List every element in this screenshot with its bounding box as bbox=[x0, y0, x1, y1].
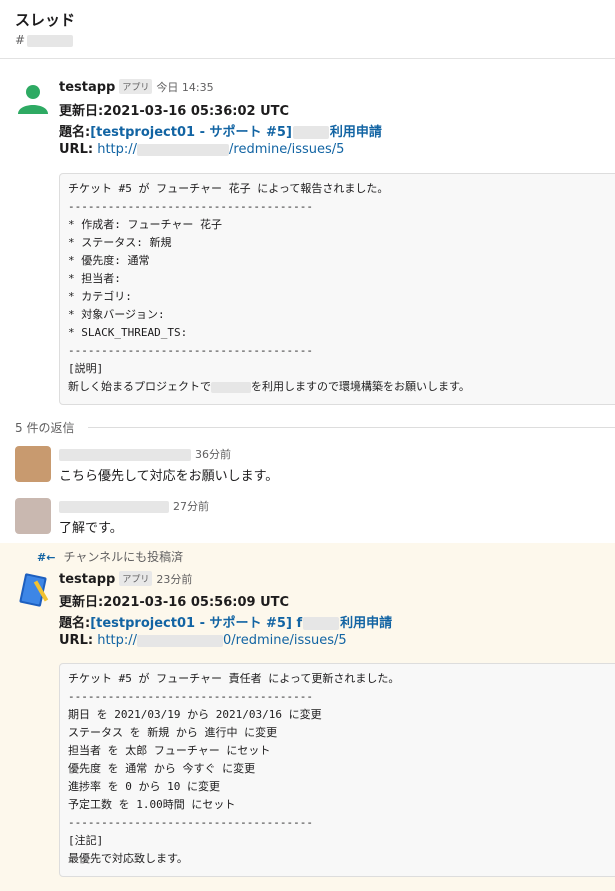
code-line: ------------------------------------- bbox=[68, 816, 314, 829]
avatar[interactable] bbox=[15, 498, 51, 534]
timestamp[interactable]: 27分前 bbox=[173, 500, 209, 513]
code-line: ------------------------------------- bbox=[68, 690, 314, 703]
notebook-icon bbox=[19, 573, 49, 607]
description-text-a: 新しく始まるプロジェクトで bbox=[68, 380, 211, 393]
updated-label: 更新日: bbox=[59, 104, 104, 119]
message-meta: testapp アプリ 今日 14:35 bbox=[59, 79, 214, 95]
sender-name[interactable]: testapp bbox=[59, 80, 115, 95]
url-text-a: http:// bbox=[97, 142, 138, 157]
reply-count: 5 件の返信 bbox=[15, 421, 75, 435]
channel-prefix: # bbox=[15, 33, 26, 47]
updated-line: 更新日:2021-03-16 05:56:09 UTC bbox=[59, 591, 289, 610]
updated-value: 2021-03-16 05:36:02 UTC bbox=[103, 104, 290, 119]
reply-message: 36分前 こちら優先して対応をお願いします。 bbox=[0, 443, 615, 488]
reply-message: testapp アプリ 23分前 更新日:2021-03-16 05:56:09 U… bbox=[0, 569, 615, 887]
ticket-code-block: チケット #5 が フューチャー 花子 によって報告されました。 -------… bbox=[59, 173, 615, 405]
issue-url-link[interactable]: http:// /redmine/issues/5 bbox=[97, 142, 344, 157]
user-icon bbox=[18, 85, 48, 114]
subject-link[interactable]: [testproject01 - サポート #5] 利用申請 bbox=[90, 125, 382, 140]
subject-link-text-b: 利用申請 bbox=[340, 616, 393, 631]
timestamp[interactable]: 今日 14:35 bbox=[156, 81, 213, 94]
code-line: ステータス を 新規 から 進行中 に変更 bbox=[68, 726, 278, 739]
subject-label: 題名: bbox=[59, 125, 91, 140]
app-badge: アプリ bbox=[119, 79, 153, 94]
subject-label: 題名: bbox=[59, 616, 91, 631]
redacted-sender-name[interactable] bbox=[59, 500, 169, 513]
code-line: ------------------------------------- bbox=[68, 344, 314, 357]
code-line: * SLACK_THREAD_TS: bbox=[68, 326, 188, 339]
url-label: URL: bbox=[59, 633, 94, 648]
also-posted-to-channel[interactable]: #← チャンネルにも投稿済 bbox=[37, 548, 183, 565]
redacted-sender-name[interactable] bbox=[59, 448, 191, 461]
avatar[interactable] bbox=[15, 446, 51, 482]
updated-value: 2021-03-16 05:56:09 UTC bbox=[103, 595, 290, 610]
code-line: * ステータス: 新規 bbox=[68, 236, 172, 249]
message-text: 了解です。 bbox=[59, 521, 123, 536]
url-line: URL: http:// /redmine/issues/5 bbox=[59, 142, 344, 157]
redacted-text bbox=[303, 617, 340, 630]
code-line: * 担当者: bbox=[68, 272, 121, 285]
timestamp[interactable]: 36分前 bbox=[195, 448, 231, 461]
description-text-b: を利用しますので環境構築をお願いします。 bbox=[251, 380, 470, 393]
ticket-code-block: チケット #5 が フューチャー 責任者 によって更新されました。 ------… bbox=[59, 663, 615, 877]
subject-line: 題名:[testproject01 - サポート #5] f 利用申請 bbox=[59, 612, 392, 631]
redacted-host bbox=[137, 143, 230, 156]
reply-message: 27分前 了解です。 bbox=[0, 495, 615, 540]
app-badge: アプリ bbox=[119, 571, 153, 586]
code-line: 優先度 を 通常 から 今すぐ に変更 bbox=[68, 762, 256, 775]
code-line: * 作成者: フューチャー 花子 bbox=[68, 218, 223, 231]
subject-link-text-b: 利用申請 bbox=[329, 125, 382, 140]
code-line: ------------------------------------- bbox=[68, 200, 314, 213]
code-line-description: 新しく始まるプロジェクトで を利用しますので環境構築をお願いします。 bbox=[68, 378, 470, 396]
code-line: 担当者 を 太郎 フューチャー にセット bbox=[68, 744, 271, 757]
code-line: チケット #5 が フューチャー 花子 によって報告されました。 bbox=[68, 182, 389, 195]
code-line: * カテゴリ: bbox=[68, 290, 132, 303]
updated-label: 更新日: bbox=[59, 595, 104, 610]
subject-link[interactable]: [testproject01 - サポート #5] f 利用申請 bbox=[90, 616, 392, 631]
timestamp[interactable]: 23分前 bbox=[156, 573, 192, 586]
redacted-host bbox=[137, 634, 224, 647]
subject-line: 題名:[testproject01 - サポート #5] 利用申請 bbox=[59, 121, 382, 140]
issue-url-link[interactable]: http:// 0/redmine/issues/5 bbox=[97, 633, 347, 648]
code-line: 予定工数 を 1.00時間 にセット bbox=[68, 798, 236, 811]
message-meta: 36分前 bbox=[59, 446, 231, 462]
code-line: 期日 を 2021/03/19 から 2021/03/16 に変更 bbox=[68, 708, 322, 721]
avatar[interactable] bbox=[15, 572, 51, 608]
url-text-a: http:// bbox=[97, 633, 138, 648]
url-text-b: 0/redmine/issues/5 bbox=[223, 633, 347, 648]
page-title: スレッド bbox=[15, 11, 76, 29]
updated-line: 更新日:2021-03-16 05:36:02 UTC bbox=[59, 100, 289, 119]
message-meta: 27分前 bbox=[59, 498, 209, 514]
avatar[interactable] bbox=[15, 80, 51, 116]
redacted-text bbox=[211, 381, 251, 393]
redacted-text bbox=[292, 126, 329, 139]
redacted-channel-name bbox=[27, 34, 74, 47]
message-meta: testapp アプリ 23分前 bbox=[59, 571, 192, 587]
code-line: * 対象バージョン: bbox=[68, 308, 165, 321]
also-posted-text: チャンネルにも投稿済 bbox=[63, 550, 184, 564]
code-line: チケット #5 が フューチャー 責任者 によって更新されました。 bbox=[68, 672, 400, 685]
channel-label[interactable]: # bbox=[15, 33, 74, 47]
subject-link-text-a: [testproject01 - サポート #5] bbox=[90, 125, 292, 140]
parent-message: testapp アプリ 今日 14:35 更新日:2021-03-16 05:36:… bbox=[0, 75, 615, 410]
channel-share-icon: #← bbox=[37, 551, 56, 564]
url-label: URL: bbox=[59, 142, 94, 157]
sender-name[interactable]: testapp bbox=[59, 572, 115, 587]
code-line: 進捗率 を 0 から 10 に変更 bbox=[68, 780, 220, 793]
divider bbox=[88, 427, 615, 428]
message-text: こちら優先して対応をお願いします。 bbox=[59, 469, 279, 484]
code-line: [説明] bbox=[68, 362, 104, 375]
subject-link-text-a: [testproject01 - サポート #5] f bbox=[90, 616, 303, 631]
url-line: URL: http:// 0/redmine/issues/5 bbox=[59, 633, 347, 648]
code-line: 最優先で対応致します。 bbox=[68, 852, 188, 865]
code-line: [注記] bbox=[68, 834, 104, 847]
url-text-b: /redmine/issues/5 bbox=[229, 142, 345, 157]
thread-header: スレッド # bbox=[0, 0, 615, 59]
code-line: * 優先度: 通常 bbox=[68, 254, 150, 267]
